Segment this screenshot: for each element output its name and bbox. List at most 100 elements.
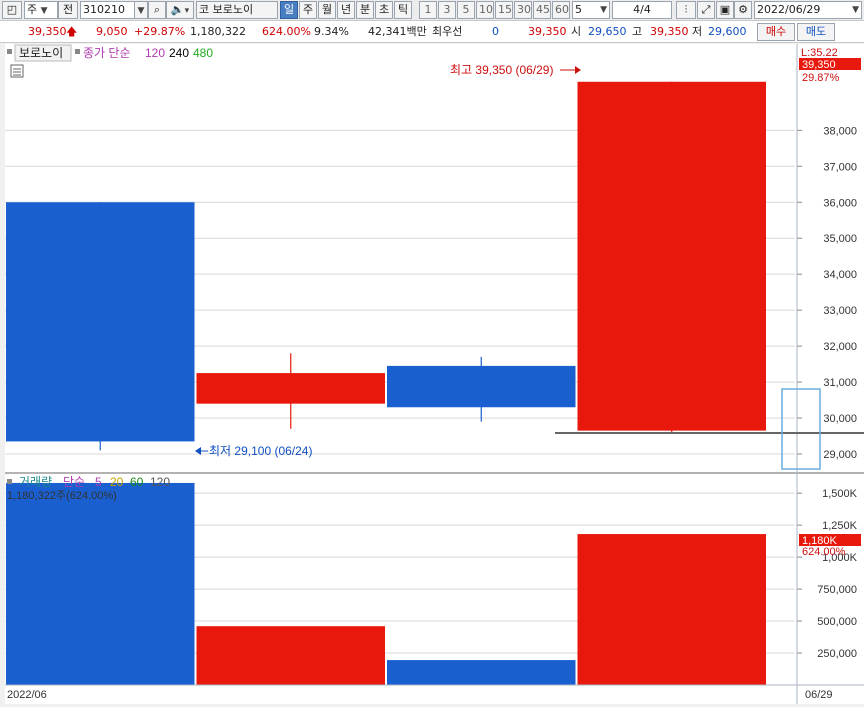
volume-bar[interactable]	[6, 482, 195, 685]
interval-button-2[interactable]: 5	[457, 1, 475, 19]
price-tick-label: 30,000	[823, 413, 857, 425]
priority-label: 최우선	[432, 25, 463, 38]
price-ma-period-label: 240	[169, 46, 189, 60]
price-tick-label: 34,000	[823, 269, 857, 281]
gear-icon[interactable]: ⚙	[734, 1, 752, 19]
date-field[interactable]: 2022/06/29 ▼	[754, 1, 862, 19]
candle-body[interactable]	[387, 365, 576, 408]
stock-chart[interactable]: 29,000 30,000 31,000 32,000 33,000 34,000 35,0…	[5, 44, 864, 704]
period-tab-6[interactable]: 틱	[394, 1, 412, 19]
volume-ratio: 624.00%	[262, 25, 311, 38]
stock-name-box[interactable]: 코 보로노이	[196, 1, 278, 19]
period-tab-2[interactable]: 월	[318, 1, 336, 19]
stock-code-value: 310210	[83, 3, 125, 16]
volume-tick-label: 250,000	[817, 648, 857, 660]
price-tick-label: 35,000	[823, 233, 857, 245]
buy-button[interactable]: 매수	[757, 23, 795, 41]
price-ma-label: 종가 단순	[83, 46, 131, 60]
price-panel-name: 보로노이	[19, 46, 63, 60]
volume-detail-label: 1,180,322주(624.00%)	[7, 490, 117, 502]
price-tick-label: 37,000	[823, 161, 857, 173]
turnover-rate: 9.34%	[314, 25, 349, 38]
chevron-down-icon: ▼	[40, 6, 48, 16]
candle-body[interactable]	[196, 373, 386, 404]
interval-button-4[interactable]: 15	[495, 1, 513, 19]
price-tick-label: 29,000	[823, 449, 857, 461]
stock-name: 보로노이	[212, 3, 254, 16]
candle-body[interactable]	[577, 81, 767, 431]
count-value: 5	[575, 3, 582, 16]
market-badge: 코	[199, 3, 210, 16]
volume-ma-label: 단순	[63, 475, 85, 489]
volume-ma-period-label: 60	[130, 475, 144, 489]
period-tab-3[interactable]: 년	[337, 1, 355, 19]
interval-button-0[interactable]: 1	[419, 1, 437, 19]
low-value: 29,600	[708, 25, 747, 38]
interval-button-6[interactable]: 45	[533, 1, 551, 19]
price-change-pct: +29.87%	[134, 25, 186, 38]
volume-ma-period-label: 5	[95, 475, 102, 489]
current-pct-label: 29.87%	[802, 72, 840, 84]
price-tick-label: 31,000	[823, 377, 857, 389]
volume-bar[interactable]	[577, 534, 767, 685]
chart-area[interactable]: 29,000 30,000 31,000 32,000 33,000 34,000 35,0…	[5, 44, 864, 704]
interval-button-1[interactable]: 3	[438, 1, 456, 19]
x-axis-start-label: 2022/06	[7, 689, 47, 701]
period-tab-0[interactable]: 일	[280, 1, 298, 19]
high-value: 39,350	[650, 25, 689, 38]
trade-amount: 42,341백만	[368, 25, 427, 38]
drawing-tool-icon[interactable]: ⤢	[697, 1, 715, 19]
high-annotation: 최고 39,350 (06/29)	[450, 63, 553, 77]
market-type-select[interactable]: 주 ▼	[24, 1, 58, 19]
save-icon[interactable]: ▣	[716, 1, 734, 19]
period-tab-5[interactable]: 초	[375, 1, 393, 19]
volume-bar[interactable]	[387, 660, 576, 685]
interval-button-5[interactable]: 30	[514, 1, 532, 19]
volume-tick-label: 750,000	[817, 584, 857, 596]
sell-button[interactable]: 매도	[797, 23, 835, 41]
price-tick-label: 36,000	[823, 197, 857, 209]
open-value: 29,650	[588, 25, 627, 38]
low-label: 저	[692, 25, 703, 38]
code-dropdown-icon[interactable]: ▼	[134, 1, 148, 19]
low-annotation: 최저 29,100 (06/24)	[209, 444, 312, 458]
interval-button-3[interactable]: 10	[476, 1, 494, 19]
quote-info-bar: 39,350 🡅 9,050 +29.87% 1,180,322 624.00%…	[0, 21, 864, 43]
layout-toggle-icon[interactable]: ◰	[2, 1, 22, 19]
x-axis-end-label: 06/29	[805, 689, 833, 701]
volume-bar[interactable]	[196, 626, 386, 685]
toolbar: ◰ 주 ▼ 전 310210 ▼ ⌕ 🔈▾ 코 보로노이 일주월년분초틱 135…	[0, 0, 864, 21]
price-change: 9,050	[96, 25, 128, 38]
current-volume-pct-label: 624.00%	[802, 546, 846, 558]
panel-marker-icon	[75, 49, 80, 54]
price-ma-period-label: 480	[193, 46, 213, 60]
selection-box[interactable]	[781, 388, 821, 470]
current-price: 39,350	[28, 25, 67, 38]
speaker-icon[interactable]: 🔈▾	[166, 1, 194, 19]
open-label: 시	[571, 25, 582, 38]
period-tab-4[interactable]: 분	[356, 1, 374, 19]
priority-price: 39,350	[528, 25, 567, 38]
date-value: 2022/06/29	[757, 3, 821, 16]
current-price-tag-label: 39,350	[802, 59, 836, 71]
candle-type-icon[interactable]: ⫶	[676, 1, 696, 19]
candle-body[interactable]	[6, 202, 195, 442]
count-select[interactable]: 5 ▼	[572, 1, 610, 19]
high-label: 고	[632, 25, 643, 38]
page-indicator: 4/4	[612, 1, 672, 19]
price-tick-label: 38,000	[823, 125, 857, 137]
volume-ma-period-label: 120	[150, 475, 170, 489]
volume-value: 1,180,322	[190, 25, 246, 38]
up-arrow-icon: 🡅	[66, 25, 78, 38]
price-tick-label: 33,000	[823, 305, 857, 317]
volume-panel-name: 거래량	[19, 475, 52, 489]
panel-marker-icon	[7, 479, 12, 484]
panel-marker-icon	[7, 49, 12, 54]
price-tick-label: 32,000	[823, 341, 857, 353]
search-icon[interactable]: ⌕	[148, 1, 166, 19]
period-tab-1[interactable]: 주	[299, 1, 317, 19]
interval-button-7[interactable]: 60	[552, 1, 570, 19]
volume-tick-label: 500,000	[817, 616, 857, 628]
market-type-value: 주	[27, 3, 38, 16]
prev-button[interactable]: 전	[58, 1, 78, 19]
